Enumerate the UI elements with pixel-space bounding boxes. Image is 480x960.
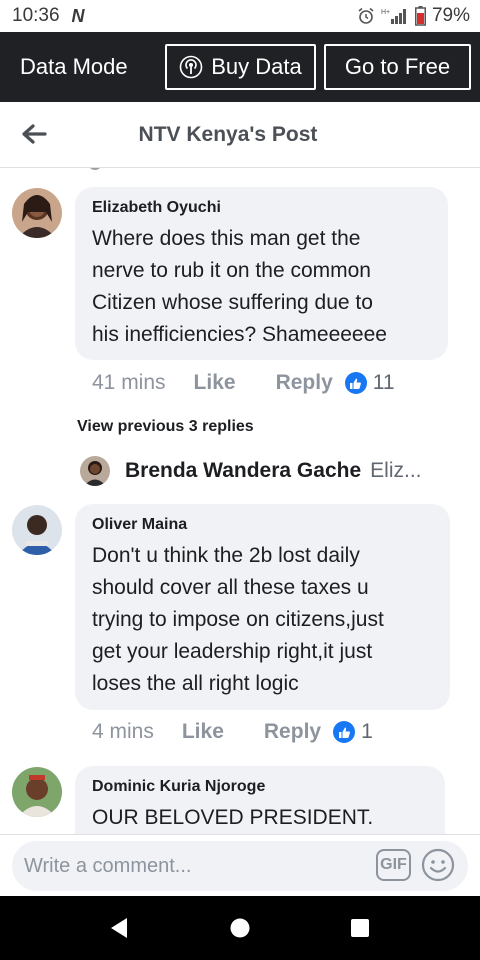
comment-time[interactable]: 4 mins (92, 720, 154, 744)
data-mode-bar: Data Mode Buy Data Go to Free (0, 32, 480, 102)
comment-line: should cover all these taxes u (92, 576, 369, 599)
status-bar: 10:36 N H+ 79% (0, 0, 480, 32)
go-to-free-button[interactable]: Go to Free (324, 44, 471, 90)
status-icons: H+ 79% (357, 5, 470, 27)
comment-composer: GIF (0, 834, 480, 896)
system-nav-bar (0, 896, 480, 960)
reply-author[interactable]: Brenda Wandera Gache (125, 459, 361, 483)
reply-preview[interactable]: Brenda Wandera Gache Eliz... (80, 456, 421, 486)
comment-author[interactable]: Oliver Maina (92, 516, 434, 534)
nav-recents-button[interactable] (348, 916, 372, 940)
reply-snippet: Eliz... (370, 459, 422, 482)
home-circle-icon (230, 918, 250, 938)
comment-bubble[interactable]: Elizabeth Oyuchi Where does this man get… (75, 187, 448, 360)
like-reaction-icon[interactable] (333, 721, 356, 743)
comment-line: loses the all right logic (92, 672, 299, 695)
comment-text: Don't u think the 2b lost daily should c… (92, 540, 434, 700)
comments-feed[interactable]: Elizabeth Oyuchi Where does this man get… (0, 168, 480, 834)
reaction-count[interactable]: 1 (361, 720, 373, 744)
page-title: NTV Kenya's Post (138, 122, 318, 146)
comment-bubble[interactable]: Oliver Maina Don't u think the 2b lost d… (75, 504, 450, 710)
view-previous-replies-link[interactable]: View previous 3 replies (77, 418, 254, 436)
broadcast-icon (179, 55, 203, 79)
comment-author[interactable]: Dominic Kuria Njoroge (92, 778, 429, 796)
buy-data-button[interactable]: Buy Data (165, 44, 316, 90)
status-time: 10:36 (12, 5, 60, 26)
comment-line: Don't u think the 2b lost daily (92, 544, 360, 567)
like-button[interactable]: Like (194, 371, 236, 395)
comment-time[interactable]: 41 mins (92, 371, 166, 395)
comment-author[interactable]: Elizabeth Oyuchi (92, 199, 432, 217)
recents-square-icon (351, 919, 369, 937)
emoji-icon[interactable] (421, 848, 455, 882)
comment-bubble[interactable]: Dominic Kuria Njoroge OUR BELOVED PRESID… (75, 766, 445, 834)
comment-actions: 4 mins Like Reply 1 (92, 720, 373, 744)
alarm-icon (358, 7, 374, 24)
comment-text: OUR BELOVED PRESIDENT. (92, 802, 429, 834)
back-triangle-icon (111, 918, 127, 938)
avatar-brenda[interactable] (80, 456, 110, 486)
gif-button[interactable]: GIF (376, 849, 411, 881)
buy-data-label: Buy Data (211, 54, 302, 79)
comment-line: OUR BELOVED PRESIDENT. (92, 806, 374, 829)
nav-back-button[interactable] (107, 916, 131, 940)
avatar-dominic[interactable] (12, 767, 62, 817)
go-to-free-label: Go to Free (344, 54, 451, 79)
scrolled-avatar-edge (88, 168, 102, 170)
data-mode-label: Data Mode (20, 54, 128, 79)
svg-text:H+: H+ (381, 9, 390, 16)
comment-text: Where does this man get the nerve to rub… (92, 223, 432, 351)
avatar-oliver[interactable] (12, 505, 62, 555)
battery-percent: 79% (431, 5, 470, 26)
like-reaction-icon[interactable] (344, 372, 367, 394)
comment-line: his inefficiencies? Shameeeeee (92, 323, 387, 346)
avatar-elizabeth[interactable] (12, 188, 62, 238)
battery-icon (414, 6, 426, 26)
reply-button[interactable]: Reply (276, 371, 333, 395)
post-header: NTV Kenya's Post (0, 102, 480, 168)
carrier-icon: N (71, 5, 85, 26)
comment-actions: 41 mins Like Reply 11 (92, 371, 395, 395)
comment-line: nerve to rub it on the common (92, 259, 371, 282)
nav-home-button[interactable] (228, 916, 252, 940)
comment-line: Citizen whose suffering due to (92, 291, 373, 314)
comment-line: Where does this man get the (92, 227, 361, 250)
reaction-count[interactable]: 11 (373, 371, 395, 395)
signal-icon: H+ (381, 9, 406, 24)
like-button[interactable]: Like (182, 720, 224, 744)
comment-line: get your leadership right,it just (92, 640, 373, 663)
reply-button[interactable]: Reply (264, 720, 321, 744)
comment-line: trying to impose on citizens,just (92, 608, 384, 631)
